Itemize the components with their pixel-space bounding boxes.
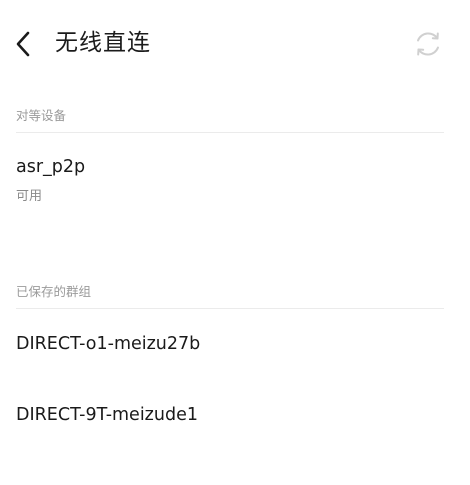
saved-group-row[interactable]: DIRECT-o1-meizu27b	[0, 318, 470, 374]
refresh-icon	[417, 32, 439, 56]
peer-device-row[interactable]: asr_p2p 可用	[0, 150, 470, 216]
divider	[16, 308, 444, 309]
peer-device-name: asr_p2p	[16, 157, 86, 177]
peer-device-status: 可用	[16, 189, 43, 204]
divider	[16, 132, 444, 133]
back-button[interactable]	[12, 29, 36, 59]
refresh-button[interactable]	[413, 29, 443, 59]
page-title: 无线直连	[55, 30, 151, 56]
saved-group-name: DIRECT-9T-meizude1	[16, 405, 198, 425]
saved-group-name: DIRECT-o1-meizu27b	[16, 334, 201, 354]
section-label-peers: 对等设备	[16, 108, 67, 123]
header-bar: 无线直连	[0, 0, 470, 86]
chevron-left-icon	[16, 31, 30, 57]
saved-group-row[interactable]: DIRECT-9T-meizude1	[0, 388, 470, 444]
section-label-saved-groups: 已保存的群组	[16, 284, 92, 299]
